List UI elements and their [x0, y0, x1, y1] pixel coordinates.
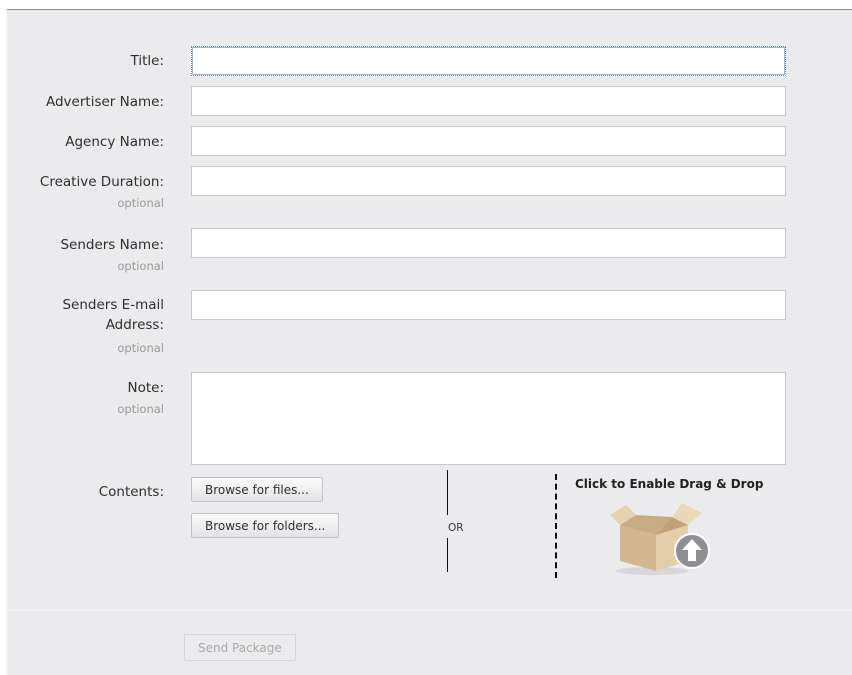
or-text: OR — [448, 522, 464, 534]
agency-name-label: Agency Name: — [65, 134, 164, 150]
or-divider-top — [447, 470, 448, 515]
or-divider-bottom — [447, 538, 448, 572]
senders-email-label-line1: Senders E-mail — [62, 297, 164, 313]
senders-email-input[interactable] — [191, 290, 786, 320]
note-textarea[interactable] — [191, 372, 786, 465]
note-label: Note: — [127, 380, 164, 396]
upload-form-panel: Title: Advertiser Name: Agency Name: Cre… — [7, 9, 852, 675]
advertiser-name-input[interactable] — [191, 86, 786, 116]
browse-folders-button[interactable]: Browse for folders... — [191, 513, 340, 538]
creative-duration-input[interactable] — [191, 166, 786, 196]
box-upload-icon — [610, 503, 710, 575]
senders-email-label-line2: Address: — [105, 317, 164, 333]
senders-name-input[interactable] — [191, 228, 786, 258]
title-input[interactable] — [191, 46, 786, 76]
creative-duration-optional-hint: optional — [117, 196, 164, 210]
note-optional-hint: optional — [117, 402, 164, 416]
enable-drag-drop-link[interactable]: Click to Enable Drag & Drop — [575, 477, 763, 491]
drop-zone[interactable] — [610, 495, 720, 579]
title-label: Title: — [130, 53, 164, 69]
drop-zone-border — [555, 474, 557, 578]
footer-divider — [7, 610, 852, 611]
creative-duration-label: Creative Duration: — [39, 174, 164, 190]
senders-name-optional-hint: optional — [117, 259, 164, 273]
senders-email-optional-hint: optional — [117, 341, 164, 355]
send-package-button[interactable]: Send Package — [184, 634, 296, 661]
contents-label: Contents: — [98, 484, 164, 500]
senders-name-label: Senders Name: — [60, 237, 164, 253]
advertiser-name-label: Advertiser Name: — [45, 94, 164, 110]
agency-name-input[interactable] — [191, 126, 786, 156]
browse-files-button[interactable]: Browse for files... — [191, 477, 323, 502]
